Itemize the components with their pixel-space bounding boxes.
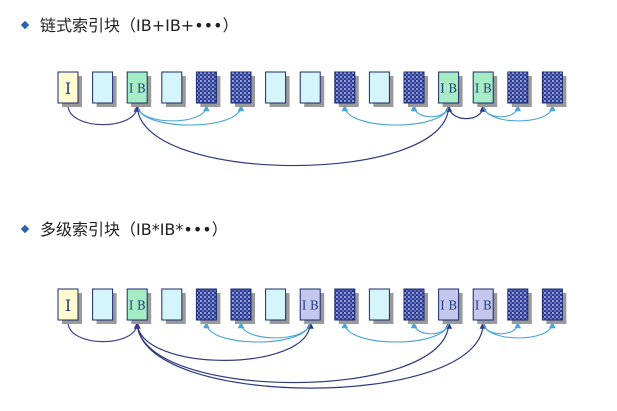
link-pointer-0-to-2 <box>67 321 141 343</box>
link-index-7-to-5 <box>237 321 311 339</box>
block-index-node-0: I <box>57 71 82 107</box>
bullet-diamond-icon <box>20 224 30 234</box>
block-face <box>403 288 425 321</box>
block-data-5 <box>230 288 255 324</box>
block-label: I <box>65 296 71 315</box>
block-face <box>161 71 183 104</box>
block-sub-index-12: IB <box>472 288 498 324</box>
block-face <box>265 71 287 104</box>
block-data-10 <box>403 71 428 107</box>
block-empty-1 <box>92 71 117 107</box>
block-data-8 <box>334 288 359 324</box>
block-empty-3 <box>161 71 186 107</box>
link-layer <box>67 104 556 167</box>
link-index-11-to-8 <box>341 321 450 343</box>
block-index-block-2: IB <box>126 71 152 107</box>
block-face <box>368 71 390 104</box>
link-chain-2-to-11 <box>136 104 453 167</box>
link-layer <box>67 321 556 389</box>
link-chain-2-to-7 <box>136 321 314 361</box>
block-index-node-0: I <box>57 288 82 324</box>
block-face <box>92 288 114 321</box>
block-face <box>507 288 529 321</box>
block-empty-9 <box>368 71 394 107</box>
block-label: IB <box>440 82 457 96</box>
block-empty-9 <box>368 288 394 324</box>
block-row: I IB IB IB IB <box>57 288 567 324</box>
block-face <box>334 71 356 104</box>
block-label: IB <box>129 299 146 313</box>
section-heading: 多级索引块（IB*IB*•••） <box>40 220 228 239</box>
section-linked: 链式索引块（IB+IB+•••） I IB IB IB <box>20 16 567 167</box>
indexed-allocation-diagram: 链式索引块（IB+IB+•••） I IB IB IB 多级索引块（IB*IB*•••… <box>20 16 567 389</box>
block-data-4 <box>195 288 221 324</box>
block-empty-7 <box>299 71 325 107</box>
link-index-11-to-8 <box>341 104 450 126</box>
link-index-7-to-4 <box>203 321 311 343</box>
block-data-14 <box>541 71 567 107</box>
link-pointer-0-to-2 <box>67 104 141 126</box>
link-chain-11-to-12 <box>448 104 487 120</box>
block-sub-index-11: IB <box>438 288 463 324</box>
block-label: IB <box>302 299 319 313</box>
block-face <box>230 288 252 321</box>
block-face <box>299 71 321 104</box>
block-data-13 <box>507 288 532 324</box>
link-index-2-to-4 <box>136 104 210 122</box>
block-index-block-2: IB <box>126 288 152 324</box>
block-label: IB <box>440 299 457 313</box>
block-face <box>403 71 425 104</box>
block-empty-1 <box>92 288 117 324</box>
bullet-diamond-icon <box>20 20 30 30</box>
block-label: IB <box>129 82 146 96</box>
block-label: I <box>65 79 71 98</box>
block-face <box>541 71 563 104</box>
block-label: IB <box>475 82 492 96</box>
block-sub-index-7: IB <box>299 288 325 324</box>
block-face <box>195 288 217 321</box>
link-chain-2-to-12 <box>136 321 487 389</box>
link-index-2-to-5 <box>136 104 245 126</box>
block-empty-6 <box>265 71 290 107</box>
block-row: I IB IB IB <box>57 71 567 107</box>
block-data-5 <box>230 71 255 107</box>
block-data-10 <box>403 288 428 324</box>
block-data-4 <box>195 71 221 107</box>
block-face <box>265 288 287 321</box>
block-empty-6 <box>265 288 290 324</box>
block-label: IB <box>475 299 492 313</box>
block-face <box>230 71 252 104</box>
block-index-block-12: IB <box>472 71 498 107</box>
block-face <box>368 288 390 321</box>
block-index-block-11: IB <box>438 71 463 107</box>
block-face <box>195 71 217 104</box>
block-face <box>507 71 529 104</box>
block-empty-3 <box>161 288 186 324</box>
block-data-14 <box>541 288 567 324</box>
section-heading: 链式索引块（IB+IB+•••） <box>40 16 239 35</box>
section-multilevel: 多级索引块（IB*IB*•••） I IB IB IB IB <box>20 220 567 389</box>
block-face <box>161 288 183 321</box>
block-face <box>334 288 356 321</box>
block-data-13 <box>507 71 532 107</box>
link-chain-2-to-11 <box>136 321 453 384</box>
block-face <box>541 288 563 321</box>
block-face <box>92 71 114 104</box>
block-data-8 <box>334 71 359 107</box>
